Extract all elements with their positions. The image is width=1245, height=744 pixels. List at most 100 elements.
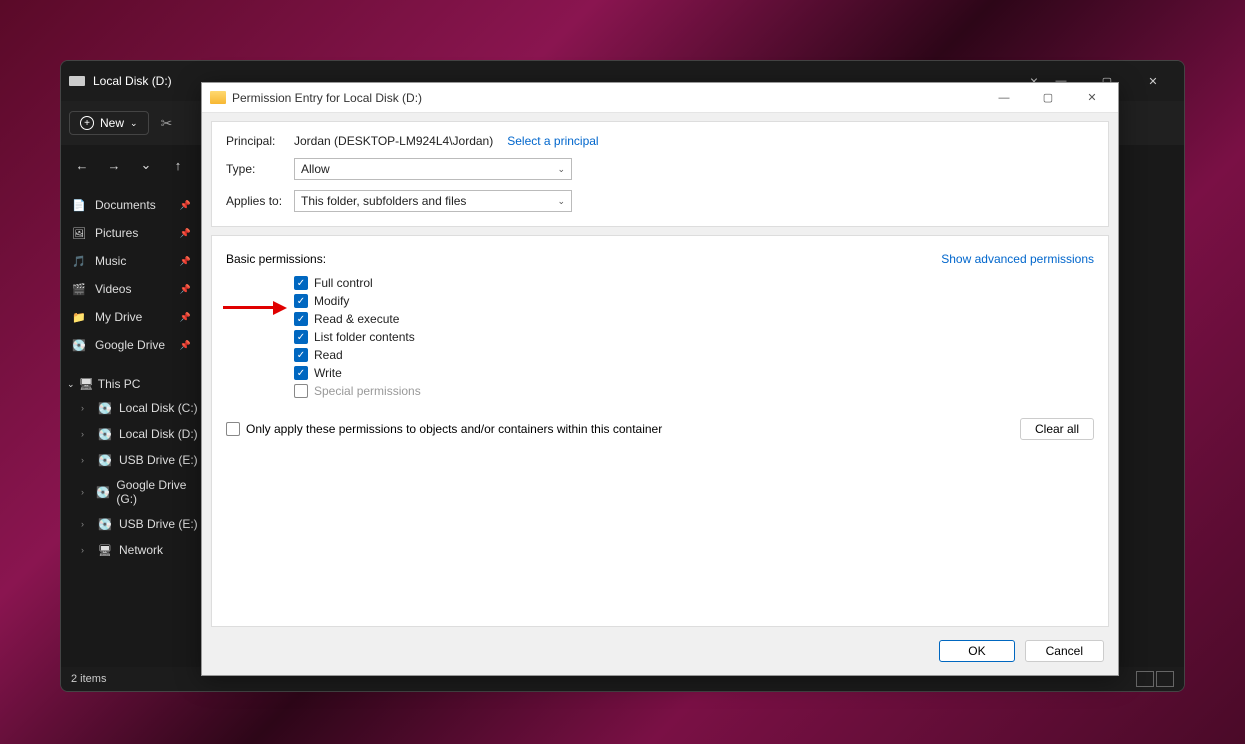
drive-icon: 💽 — [97, 400, 113, 416]
pin-icon: 📌 — [180, 284, 191, 295]
dialog-titlebar: Permission Entry for Local Disk (D:) — ▢… — [202, 83, 1118, 113]
dialog-title: Permission Entry for Local Disk (D:) — [232, 91, 422, 105]
ok-button[interactable]: OK — [939, 640, 1014, 662]
only-apply-row[interactable]: Only apply these permissions to objects … — [226, 422, 662, 436]
sidebar-item-label: Videos — [95, 282, 131, 296]
chevron-right-icon: › — [81, 545, 91, 555]
permission-write[interactable]: ✓ Write — [294, 364, 1094, 382]
dialog-close-button[interactable]: ✕ — [1070, 84, 1114, 112]
permission-label: Full control — [314, 276, 373, 290]
recent-dropdown-icon[interactable]: ⌄ — [139, 157, 153, 173]
thispc-label: This PC — [98, 377, 141, 391]
chevron-down-icon: ⌄ — [557, 196, 565, 207]
permission-read-execute[interactable]: ✓ Read & execute — [294, 310, 1094, 328]
cancel-button[interactable]: Cancel — [1025, 640, 1104, 662]
permissions-list: ✓Full control✓Modify✓Read & execute✓List… — [294, 274, 1094, 400]
permission-checkbox[interactable]: ✓ — [294, 312, 308, 326]
item-icon: 💽 — [71, 337, 87, 353]
chevron-right-icon: › — [81, 487, 90, 497]
permission-label: List folder contents — [314, 330, 415, 344]
sidebar-item-documents[interactable]: 📄Documents📌 — [61, 191, 201, 219]
drive-icon: 💽 — [97, 452, 113, 468]
sidebar-item-network[interactable]: ›🖥Network — [61, 537, 201, 563]
type-value: Allow — [301, 162, 330, 176]
permission-special-permissions: Special permissions — [294, 382, 1094, 400]
type-label: Type: — [226, 162, 294, 176]
permission-label: Read & execute — [314, 312, 399, 326]
sidebar-item-label: Google Drive — [95, 338, 165, 352]
tiles-view-icon[interactable] — [1156, 671, 1174, 687]
dialog-maximize-button[interactable]: ▢ — [1026, 84, 1070, 112]
permission-checkbox[interactable]: ✓ — [294, 276, 308, 290]
permission-list-folder-contents[interactable]: ✓ List folder contents — [294, 328, 1094, 346]
sidebar-item-label: Local Disk (D:) — [119, 427, 198, 441]
permission-read[interactable]: ✓Read — [294, 346, 1094, 364]
dialog-body: Principal: Jordan (DESKTOP-LM924L4\Jorda… — [202, 113, 1118, 627]
pin-icon: 📌 — [180, 312, 191, 323]
sidebar-item-google-drive-g-[interactable]: › 💽 Google Drive (G:) — [61, 473, 201, 511]
item-icon: 📄 — [71, 197, 87, 213]
chevron-right-icon: › — [81, 455, 91, 465]
dialog-minimize-button[interactable]: — — [982, 84, 1026, 112]
sidebar-section-thispc[interactable]: ⌄ 🖥 This PC — [61, 369, 201, 395]
chevron-down-icon: ⌄ — [130, 118, 138, 129]
principal-box: Principal: Jordan (DESKTOP-LM924L4\Jorda… — [211, 121, 1109, 227]
annotation-arrow — [223, 301, 287, 315]
sidebar-item-label: Documents — [95, 198, 156, 212]
sidebar-item-label: USB Drive (E:) — [119, 453, 198, 467]
permission-entry-dialog: Permission Entry for Local Disk (D:) — ▢… — [201, 82, 1119, 676]
select-principal-link[interactable]: Select a principal — [507, 134, 598, 148]
permissions-box: Basic permissions: Show advanced permiss… — [211, 235, 1109, 627]
sidebar-item-my-drive[interactable]: 📁My Drive📌 — [61, 303, 201, 331]
cut-icon[interactable]: ✂ — [161, 115, 173, 132]
bottom-row: Only apply these permissions to objects … — [226, 418, 1094, 440]
item-icon: 🎬 — [71, 281, 87, 297]
sidebar-item-local-disk-c-[interactable]: › 💽 Local Disk (C:) — [61, 395, 201, 421]
permission-checkbox[interactable]: ✓ — [294, 294, 308, 308]
pin-icon: 📌 — [180, 256, 191, 267]
forward-button[interactable]: → — [107, 158, 121, 173]
chevron-right-icon: › — [81, 403, 91, 413]
clear-all-button[interactable]: Clear all — [1020, 418, 1094, 440]
up-button[interactable]: ↑ — [171, 158, 185, 173]
status-text: 2 items — [71, 673, 106, 685]
sidebar-item-pictures[interactable]: 🖼Pictures📌 — [61, 219, 201, 247]
applies-select[interactable]: This folder, subfolders and files ⌄ — [294, 190, 572, 212]
sidebar-item-usb-drive-e-[interactable]: › 💽 USB Drive (E:) — [61, 447, 201, 473]
permission-checkbox[interactable]: ✓ — [294, 348, 308, 362]
back-button[interactable]: ← — [75, 158, 89, 173]
sidebar-item-videos[interactable]: 🎬 Videos 📌 — [61, 275, 201, 303]
permission-modify[interactable]: ✓Modify — [294, 292, 1094, 310]
applies-value: This folder, subfolders and files — [301, 194, 466, 208]
close-button[interactable]: ✕ — [1130, 65, 1176, 97]
only-apply-label: Only apply these permissions to objects … — [246, 422, 662, 436]
permission-checkbox — [294, 384, 308, 398]
sidebar-item-local-disk-d-[interactable]: ›💽Local Disk (D:) — [61, 421, 201, 447]
folder-icon — [210, 91, 226, 104]
permission-full-control[interactable]: ✓ Full control — [294, 274, 1094, 292]
sidebar-item-label: My Drive — [95, 310, 142, 324]
drive-icon: 💽 — [97, 426, 113, 442]
type-select[interactable]: Allow ⌄ — [294, 158, 572, 180]
new-label: New — [100, 116, 124, 130]
chevron-down-icon: ⌄ — [67, 379, 75, 390]
sidebar-item-label: Pictures — [95, 226, 138, 240]
permission-checkbox[interactable]: ✓ — [294, 366, 308, 380]
sidebar-item-label: Google Drive (G:) — [116, 478, 201, 506]
sidebar-item-label: Network — [119, 543, 163, 557]
new-button[interactable]: + New ⌄ — [69, 111, 149, 135]
dialog-footer: OK Cancel — [202, 627, 1118, 675]
sidebar-item-google-drive[interactable]: 💽 Google Drive 📌 — [61, 331, 201, 359]
applies-label: Applies to: — [226, 194, 294, 208]
sidebar-item-music[interactable]: 🎵Music📌 — [61, 247, 201, 275]
drive-icon: 💽 — [96, 484, 110, 500]
sidebar-item-usb-drive-e-[interactable]: ›💽USB Drive (E:) — [61, 511, 201, 537]
pin-icon: 📌 — [180, 340, 191, 351]
show-advanced-link[interactable]: Show advanced permissions — [941, 252, 1094, 266]
item-icon: 🎵 — [71, 253, 87, 269]
only-apply-checkbox[interactable] — [226, 422, 240, 436]
sidebar-item-label: Local Disk (C:) — [119, 401, 198, 415]
permission-checkbox[interactable]: ✓ — [294, 330, 308, 344]
permission-label: Write — [314, 366, 342, 380]
details-view-icon[interactable] — [1136, 671, 1154, 687]
